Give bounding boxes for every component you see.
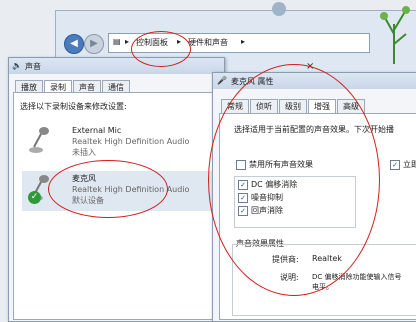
- device-name: External Mic: [72, 126, 122, 135]
- sound-dialog-titlebar: 🔈 声音: [9, 58, 224, 74]
- annotation-circle: [208, 64, 380, 296]
- microphone-title-icon: 🎤: [217, 76, 227, 85]
- back-button-icon[interactable]: ◀: [64, 34, 84, 54]
- microphone-icon: [29, 127, 49, 153]
- device-driver: Realtek High Definition Audio: [72, 137, 190, 146]
- forward-button-icon[interactable]: ▶: [84, 34, 104, 54]
- instruction-text: 选择以下录制设备来修改设置:: [20, 102, 127, 111]
- immediate-mode-checkbox[interactable]: ✓: [390, 160, 400, 170]
- plant-decoration-icon: [376, 4, 412, 64]
- annotation-circle: [131, 31, 191, 67]
- default-check-icon: ✓: [28, 191, 41, 204]
- device-status: 未插入: [72, 148, 96, 157]
- breadcrumb-hardware-sound[interactable]: 硬件和声音: [188, 37, 228, 48]
- breadcrumb-separator: ▸: [125, 37, 130, 46]
- annotation-circle: [48, 160, 168, 218]
- decorative-circle: [272, 2, 286, 16]
- sound-dialog-title: 声音: [25, 62, 41, 71]
- immediate-mode-label: 立即: [403, 160, 416, 169]
- breadcrumb-separator: ▸: [241, 37, 246, 46]
- speaker-icon: 🔈: [12, 61, 22, 70]
- folder-icon: ▤: [113, 37, 121, 46]
- device-row-external-mic[interactable]: External Mic Realtek High Definition Aud…: [22, 123, 212, 163]
